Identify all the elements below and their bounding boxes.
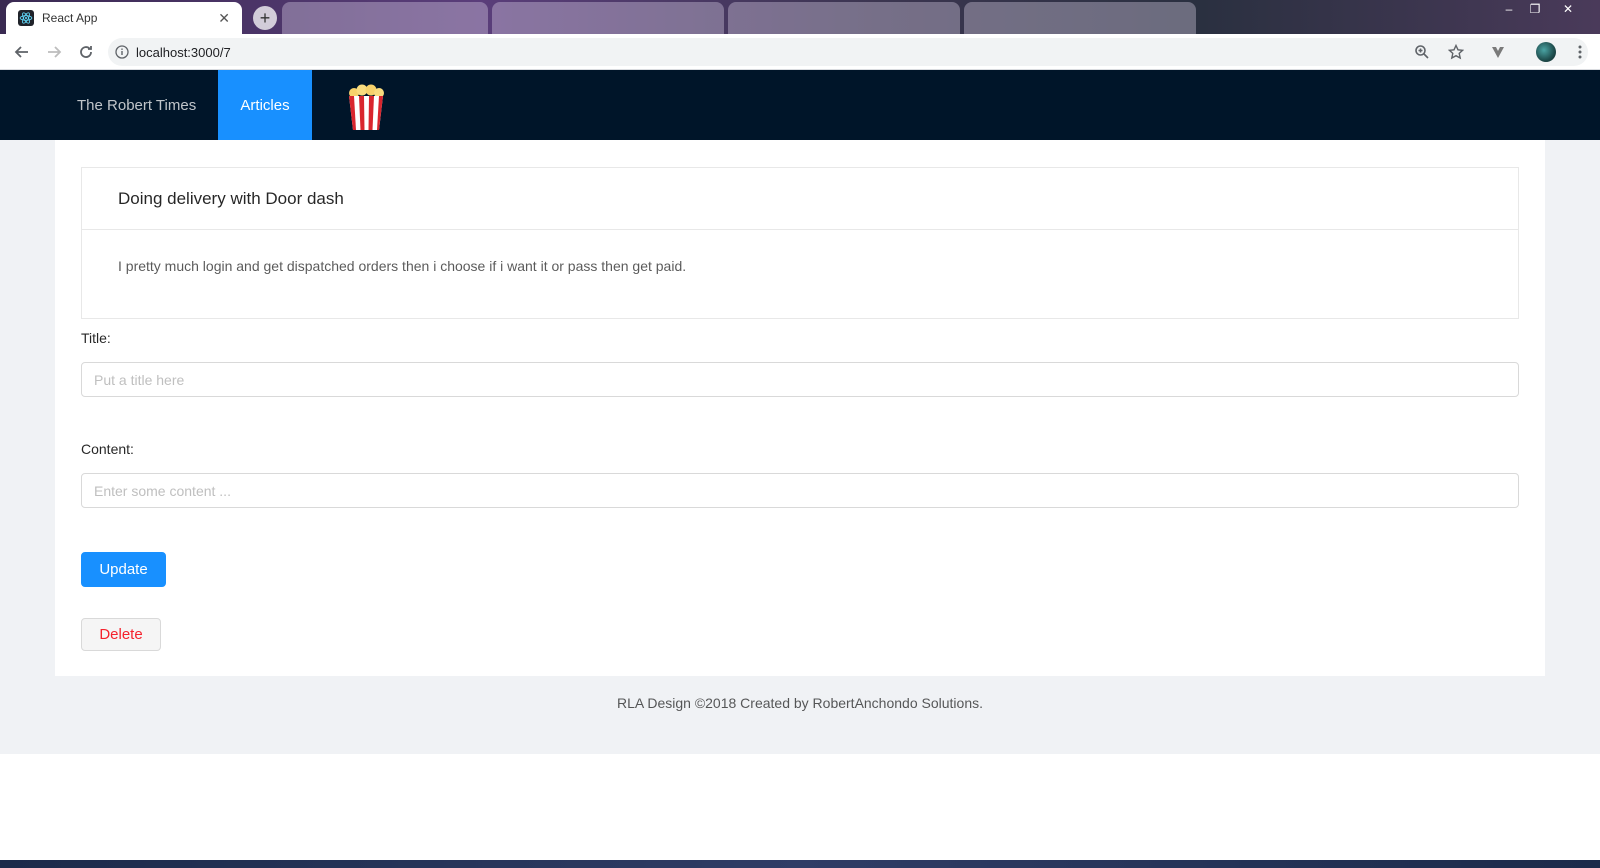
content-input[interactable] bbox=[81, 473, 1519, 508]
tab-inactive-3[interactable] bbox=[728, 2, 960, 34]
update-button[interactable]: Update bbox=[81, 552, 166, 587]
tab-inactive-1[interactable] bbox=[282, 2, 488, 34]
article-card: Doing delivery with Door dash I pretty m… bbox=[81, 167, 1519, 319]
window-controls: – ❐ ✕ bbox=[1496, 0, 1588, 18]
tab-inactive-2[interactable] bbox=[492, 2, 724, 34]
info-icon[interactable] bbox=[108, 45, 136, 59]
content-label: Content: bbox=[81, 441, 134, 457]
browser-toolbar: localhost:3000/7 bbox=[0, 34, 1600, 70]
title-input[interactable] bbox=[81, 362, 1519, 397]
forward-icon[interactable] bbox=[42, 40, 66, 64]
app-header: The Robert Times Articles bbox=[0, 70, 1600, 140]
delete-button[interactable]: Delete bbox=[81, 618, 161, 651]
title-label: Title: bbox=[81, 330, 111, 346]
profile-avatar[interactable] bbox=[1536, 42, 1556, 62]
new-tab-button[interactable]: + bbox=[253, 6, 277, 30]
tab-title: React App bbox=[42, 11, 98, 25]
bookmark-star-icon[interactable] bbox=[1444, 40, 1468, 64]
tab-react-app[interactable]: React App ✕ bbox=[6, 2, 242, 34]
menu-item-articles[interactable]: Articles bbox=[218, 70, 312, 140]
page: The Robert Times Articles Doing delivery… bbox=[0, 70, 1600, 754]
tab-inactive-4[interactable] bbox=[964, 2, 1196, 34]
browser-tabstrip: React App ✕ + – ❐ ✕ bbox=[0, 0, 1600, 34]
minimize-icon[interactable]: – bbox=[1496, 0, 1522, 18]
menu-item-brand[interactable]: The Robert Times bbox=[57, 70, 216, 140]
footer-text: RLA Design ©2018 Created by RobertAnchon… bbox=[617, 695, 983, 711]
close-window-icon[interactable]: ✕ bbox=[1548, 0, 1588, 18]
tab-close-icon[interactable]: ✕ bbox=[218, 10, 230, 27]
main-content: Doing delivery with Door dash I pretty m… bbox=[55, 140, 1545, 676]
back-icon[interactable] bbox=[10, 40, 34, 64]
react-icon bbox=[18, 10, 34, 26]
article-title: Doing delivery with Door dash bbox=[82, 168, 1518, 230]
zoom-icon[interactable] bbox=[1410, 40, 1434, 64]
address-bar[interactable]: localhost:3000/7 bbox=[108, 38, 1588, 66]
extension-icon[interactable] bbox=[1486, 40, 1510, 64]
url-text: localhost:3000/7 bbox=[136, 44, 231, 60]
reload-icon[interactable] bbox=[74, 40, 98, 64]
os-taskbar bbox=[0, 860, 1600, 868]
restore-icon[interactable]: ❐ bbox=[1522, 0, 1548, 18]
more-menu-icon[interactable] bbox=[1568, 40, 1592, 64]
popcorn-icon[interactable] bbox=[346, 84, 386, 132]
article-content: I pretty much login and get dispatched o… bbox=[118, 258, 687, 274]
